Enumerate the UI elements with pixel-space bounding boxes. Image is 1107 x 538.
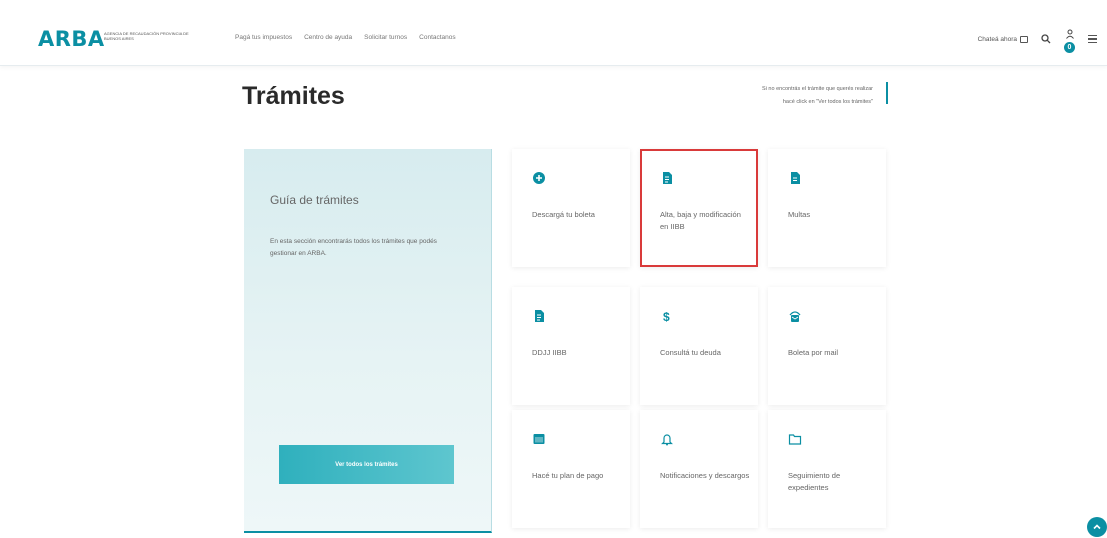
nav-pay-taxes[interactable]: Pagá tus impuestos <box>235 34 292 41</box>
scroll-to-top-button[interactable] <box>1087 517 1107 537</box>
folder-icon <box>788 432 802 446</box>
dollar-icon: $ <box>660 309 674 324</box>
chevron-up-icon <box>1093 524 1101 530</box>
file-icon <box>788 171 802 185</box>
mail-icon <box>788 309 802 323</box>
card-ddjj-iibb[interactable]: DDJJ IIBB <box>512 287 630 405</box>
guide-panel: Guía de trámites En esta sección encontr… <box>244 149 492 533</box>
logo-subtitle: AGENCIA DE RECAUDACIÓN PROVINCIA DE BUEN… <box>104 31 189 41</box>
chat-label: Chateá ahora <box>977 35 1017 43</box>
plus-circle-icon <box>532 171 546 185</box>
help-accent-bar <box>886 82 888 104</box>
chat-icon <box>1020 35 1028 43</box>
card-label: Notificaciones y descargos <box>660 471 750 480</box>
guide-title: Guía de trámites <box>270 193 359 207</box>
chat-button[interactable]: Chateá ahora <box>977 35 1028 43</box>
help-line-2: hacé click en "Ver todos los trámites" <box>782 99 873 105</box>
card-label: Consultá tu deuda <box>660 348 721 357</box>
help-line-1: Si no encontrás el trámite que querés re… <box>762 86 873 92</box>
card-label: Multas <box>788 210 811 219</box>
nav-request-appointments[interactable]: Solicitar turnos <box>364 34 407 41</box>
arba-logo[interactable]: ARBA <box>38 27 105 51</box>
document-icon <box>532 309 546 323</box>
user-account-button[interactable]: 0 <box>1064 28 1076 53</box>
user-icon <box>1064 28 1076 40</box>
calendar-icon <box>532 432 546 446</box>
card-label: Alta, baja y modificación en IIBB <box>660 210 741 231</box>
card-payment-plan[interactable]: Hacé tu plan de pago <box>512 410 630 528</box>
card-label: Hacé tu plan de pago <box>532 471 604 480</box>
card-label: Seguimiento de expedientes <box>788 471 841 492</box>
bell-icon <box>660 432 674 446</box>
search-icon[interactable] <box>1040 33 1052 45</box>
card-bill-by-mail[interactable]: Boleta por mail <box>768 287 886 405</box>
svg-text:$: $ <box>663 310 670 323</box>
notification-badge: 0 <box>1064 42 1075 53</box>
card-fines[interactable]: Multas <box>768 149 886 267</box>
help-text: Si no encontrás el trámite que querés re… <box>762 83 873 109</box>
card-label: DDJJ IIBB <box>532 348 567 357</box>
card-check-debt[interactable]: $ Consultá tu deuda <box>640 287 758 405</box>
card-iibb-registration[interactable]: Alta, baja y modificación en IIBB <box>640 149 758 267</box>
card-notifications[interactable]: Notificaciones y descargos <box>640 410 758 528</box>
nav-contact[interactable]: Contactanos <box>419 34 456 41</box>
document-icon <box>660 171 674 185</box>
card-label: Descargá tu boleta <box>532 210 595 219</box>
hamburger-menu-icon[interactable] <box>1088 34 1097 44</box>
page-title: Trámites <box>242 82 345 110</box>
card-file-tracking[interactable]: Seguimiento de expedientes <box>768 410 886 528</box>
main-nav: Pagá tus impuestos Centro de ayuda Solic… <box>235 34 456 41</box>
card-label: Boleta por mail <box>788 348 839 357</box>
guide-description: En esta sección encontrarás todos los tr… <box>270 238 437 257</box>
top-header: ARBA AGENCIA DE RECAUDACIÓN PROVINCIA DE… <box>0 0 1107 66</box>
header-actions: Chateá ahora 0 <box>977 28 1097 53</box>
card-download-bill[interactable]: Descargá tu boleta <box>512 149 630 267</box>
view-all-procedures-button[interactable]: Ver todos los trámites <box>279 445 454 484</box>
nav-help-center[interactable]: Centro de ayuda <box>304 34 352 41</box>
